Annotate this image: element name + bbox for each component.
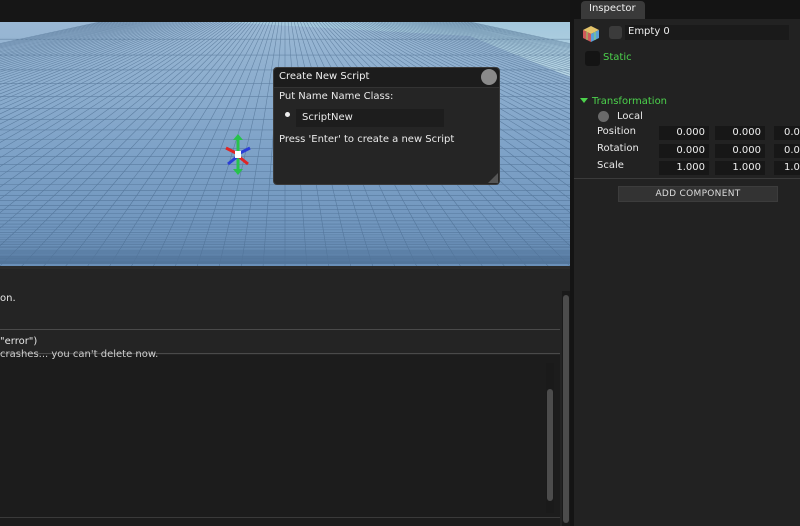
inspector-body: Empty 0 Static Transformation Local Posi… [574, 19, 800, 526]
position-y-field[interactable]: 0.000 [715, 126, 765, 140]
active-checkbox[interactable] [609, 26, 622, 39]
console-line: crashes... you can't delete now. [0, 349, 159, 360]
rotation-y-field[interactable]: 0.000 [715, 144, 765, 158]
static-checkbox[interactable] [585, 51, 600, 66]
close-icon[interactable] [481, 69, 497, 85]
tab-inspector[interactable]: Inspector [581, 1, 645, 19]
scale-z-field[interactable]: 1.00 [774, 161, 800, 175]
top-toolbar-strip [0, 0, 570, 22]
outer-scrollbar-track[interactable] [562, 291, 570, 526]
local-radio[interactable] [598, 111, 609, 122]
inner-scrollbar-track[interactable] [546, 363, 554, 513]
console-line: "error") [0, 336, 38, 347]
rotation-label: Rotation [597, 143, 639, 154]
console-panel: on. "error") crashes... you can't delete… [0, 269, 570, 526]
dialog-title[interactable]: Create New Script [274, 68, 499, 88]
static-label: Static [603, 52, 632, 63]
create-script-dialog[interactable]: Create New Script Put Name Name Class: S… [273, 67, 500, 185]
scale-y-field[interactable]: 1.000 [715, 161, 765, 175]
divider [0, 329, 560, 330]
script-name-input[interactable]: ScriptNew [296, 109, 444, 127]
dialog-hint: Press 'Enter' to create a new Script [279, 134, 455, 145]
console-log[interactable]: crashes... you can't delete now. [0, 349, 560, 526]
object-name-field[interactable]: Empty 0 [625, 25, 789, 40]
local-label: Local [617, 111, 643, 122]
divider [574, 178, 800, 179]
gameobject-cube-icon [583, 26, 599, 42]
inner-scrollbar-thumb[interactable] [547, 389, 553, 501]
section-title: Transformation [592, 96, 668, 107]
scale-label: Scale [597, 160, 624, 171]
transform-gizmo-icon[interactable] [222, 134, 254, 176]
chevron-down-icon [580, 98, 588, 103]
scale-x-field[interactable]: 1.000 [659, 161, 709, 175]
bullet-icon [285, 112, 290, 117]
console-line: on. [0, 293, 16, 304]
outer-scrollbar-thumb[interactable] [563, 295, 569, 523]
inspector-panel: Inspector Empty 0 Static Transformation … [574, 0, 800, 526]
resize-grip-icon[interactable] [488, 173, 498, 183]
transformation-header[interactable]: Transformation [580, 96, 667, 107]
position-z-field[interactable]: 0.00 [774, 126, 800, 140]
inspector-tabbar: Inspector [574, 0, 800, 19]
position-x-field[interactable]: 0.000 [659, 126, 709, 140]
add-component-button[interactable]: ADD COMPONENT [618, 186, 778, 202]
class-name-label: Put Name Name Class: [279, 91, 394, 102]
rotation-x-field[interactable]: 0.000 [659, 144, 709, 158]
divider [0, 517, 560, 518]
rotation-z-field[interactable]: 0.00 [774, 144, 800, 158]
position-label: Position [597, 126, 636, 137]
